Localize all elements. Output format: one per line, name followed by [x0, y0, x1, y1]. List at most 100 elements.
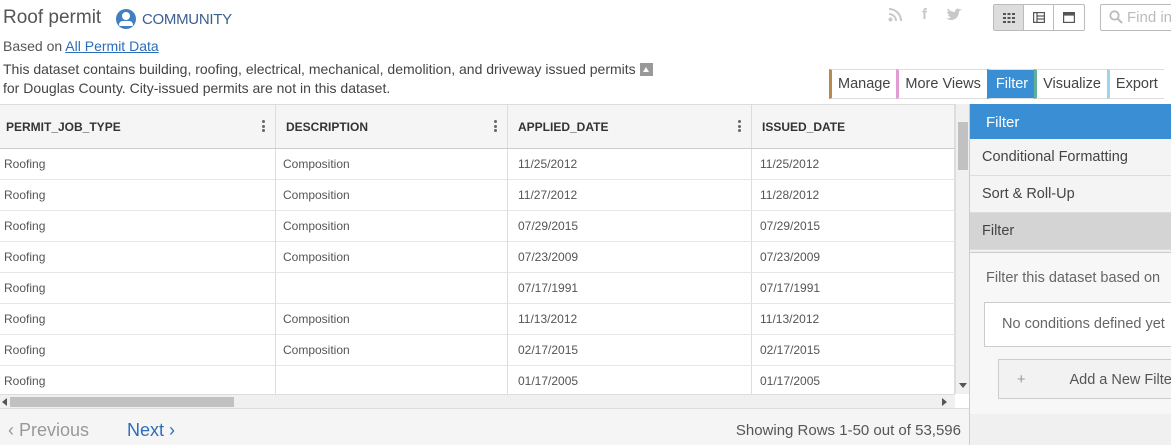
table-row[interactable]: Roofing Composition 02/17/2015 02/17/2015 [0, 335, 955, 366]
table-cell[interactable]: Roofing [0, 242, 276, 272]
search-input[interactable]: Find in [1100, 4, 1171, 31]
table-row[interactable]: Roofing 07/17/1991 07/17/1991 [0, 273, 955, 304]
tab-more-views[interactable]: More Views [896, 69, 987, 99]
sidebar-item-sort-rollup[interactable]: Sort & Roll-Up [970, 176, 1171, 213]
dataset-title: Roof permit [3, 7, 102, 28]
table-cell[interactable]: Roofing [0, 211, 276, 241]
table-cell[interactable]: Roofing [0, 273, 276, 303]
sidebar-item-filter[interactable]: Filter [970, 213, 1171, 250]
view-toggle [993, 4, 1085, 31]
table-cell[interactable]: Composition [276, 335, 508, 365]
column-header-label: APPLIED_DATE [518, 119, 609, 134]
filter-intro-text: Filter this dataset based on [986, 270, 1161, 286]
filter-sidebar: Filter Conditional Formatting Sort & Rol… [969, 104, 1171, 445]
next-label: Next [127, 420, 165, 440]
table-cell[interactable]: 11/28/2012 [752, 180, 955, 210]
grid-view-icon [1002, 12, 1015, 23]
table-cell[interactable]: Roofing [0, 335, 276, 365]
table-cell[interactable]: 02/17/2015 [508, 335, 752, 365]
table-row[interactable]: Roofing Composition 11/13/2012 11/13/2012 [0, 304, 955, 335]
table-cell[interactable]: Composition [276, 242, 508, 272]
community-icon [116, 9, 136, 29]
table-cell[interactable]: Composition [276, 149, 508, 179]
table-cell[interactable]: Composition [276, 180, 508, 210]
table-cell[interactable]: 01/17/2005 [508, 366, 752, 394]
previous-page-button[interactable]: ‹ Previous [8, 420, 89, 441]
based-on-prefix: Based on [3, 38, 63, 54]
table-row[interactable]: Roofing 01/17/2005 01/17/2005 [0, 366, 955, 394]
list-view-icon [1032, 12, 1045, 23]
horizontal-scrollbar[interactable] [0, 394, 955, 408]
tab-manage[interactable]: Manage [829, 69, 897, 99]
page-view-button[interactable] [1054, 5, 1084, 30]
table-cell[interactable]: 11/27/2012 [508, 180, 752, 210]
table-row[interactable]: Roofing Composition 11/25/2012 11/25/2012 [0, 149, 955, 180]
action-tabs: Manage More Views Filter Visualize Expor… [829, 69, 1164, 99]
table-cell[interactable]: 11/13/2012 [752, 304, 955, 334]
community-label: COMMUNITY [142, 10, 232, 28]
table-cell[interactable]: Roofing [0, 304, 276, 334]
column-header-label: DESCRIPTION [286, 119, 369, 134]
table-cell[interactable]: 11/25/2012 [508, 149, 752, 179]
table-cell[interactable]: 07/17/1991 [752, 273, 955, 303]
previous-label: Previous [19, 420, 90, 440]
add-filter-label: Add a New Filter [1069, 372, 1171, 388]
list-view-button[interactable] [1024, 5, 1054, 30]
row-count-status: Showing Rows 1-50 out of 53,596 [735, 422, 961, 439]
column-menu-icon[interactable] [738, 120, 741, 132]
column-header[interactable]: APPLIED_DATE [508, 105, 752, 148]
grid-view-button[interactable] [994, 5, 1024, 30]
horizontal-scroll-thumb[interactable] [10, 397, 234, 407]
column-menu-icon[interactable] [262, 120, 265, 132]
twitter-icon[interactable] [946, 8, 962, 24]
table-cell[interactable]: Composition [276, 304, 508, 334]
table-cell[interactable]: 11/13/2012 [508, 304, 752, 334]
tab-filter[interactable]: Filter [986, 69, 1035, 99]
filter-panel: Filter this dataset based on No conditio… [970, 252, 1171, 414]
table-cell[interactable]: 11/25/2012 [752, 149, 955, 179]
table-cell[interactable]: 07/23/2009 [508, 242, 752, 272]
search-icon [1109, 10, 1123, 24]
scroll-right-icon[interactable] [942, 398, 947, 406]
table-row[interactable]: Roofing Composition 11/27/2012 11/28/2012 [0, 180, 955, 211]
vertical-scroll-thumb[interactable] [958, 122, 968, 170]
facebook-icon[interactable]: f [922, 6, 927, 23]
table-row[interactable]: Roofing Composition 07/23/2009 07/23/2009 [0, 242, 955, 273]
column-header[interactable]: DESCRIPTION [276, 105, 508, 148]
table-cell[interactable] [276, 366, 508, 394]
table-cell[interactable]: 07/23/2009 [752, 242, 955, 272]
table-cell[interactable]: 07/29/2015 [508, 211, 752, 241]
data-grid: PERMIT_JOB_TYPE DESCRIPTION APPLIED_DATE… [0, 104, 955, 394]
tab-visualize[interactable]: Visualize [1034, 69, 1107, 99]
scroll-left-icon[interactable] [2, 398, 7, 406]
plus-icon: + [1017, 372, 1026, 388]
table-cell[interactable]: Composition [276, 211, 508, 241]
vertical-scrollbar[interactable] [955, 104, 969, 394]
table-cell[interactable]: 07/29/2015 [752, 211, 955, 241]
scroll-down-icon[interactable] [959, 383, 967, 388]
column-menu-icon[interactable] [494, 120, 497, 132]
tab-export[interactable]: Export [1106, 69, 1164, 99]
collapse-description-icon[interactable] [640, 63, 653, 76]
table-cell[interactable]: 01/17/2005 [752, 366, 955, 394]
table-cell[interactable] [276, 273, 508, 303]
add-filter-button[interactable]: + Add a New Filter [998, 359, 1171, 399]
community-badge[interactable]: COMMUNITY [116, 9, 232, 29]
chevron-left-icon: ‹ [8, 420, 14, 440]
table-cell[interactable]: 02/17/2015 [752, 335, 955, 365]
table-cell[interactable]: Roofing [0, 149, 276, 179]
sidebar-item-conditional-formatting[interactable]: Conditional Formatting [970, 139, 1171, 176]
table-row[interactable]: Roofing Composition 07/29/2015 07/29/2015 [0, 211, 955, 242]
column-header[interactable]: PERMIT_JOB_TYPE [0, 105, 276, 148]
column-header[interactable]: ISSUED_DATE [752, 105, 955, 148]
rss-icon[interactable] [888, 8, 902, 25]
based-on-line: Based on All Permit Data [3, 38, 159, 54]
table-body: Roofing Composition 11/25/2012 11/25/2012 Ro… [0, 149, 955, 394]
table-cell[interactable]: Roofing [0, 366, 276, 394]
dataset-header: Roof permit COMMUNITY Based on All Permi… [0, 0, 1171, 104]
next-page-button[interactable]: Next › [127, 420, 175, 441]
table-cell[interactable]: Roofing [0, 180, 276, 210]
sidebar-header: Filter [970, 104, 1171, 139]
table-cell[interactable]: 07/17/1991 [508, 273, 752, 303]
parent-dataset-link[interactable]: All Permit Data [65, 38, 158, 54]
